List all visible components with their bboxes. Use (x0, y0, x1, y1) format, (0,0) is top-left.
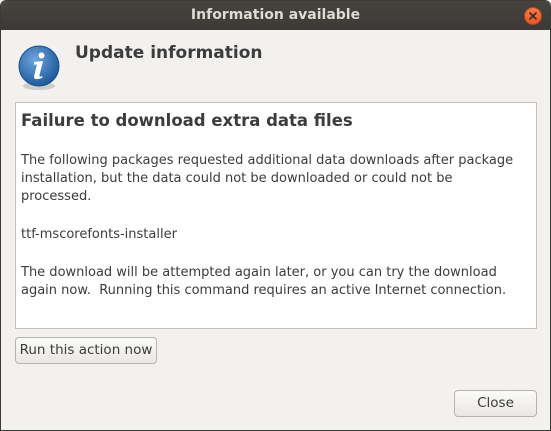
run-action-button[interactable]: Run this action now (15, 337, 157, 364)
window-title: Information available (190, 7, 361, 23)
package-name: ttf-mscorefonts-installer (21, 227, 177, 242)
close-button[interactable]: Close (454, 390, 537, 417)
window-close-button[interactable] (524, 7, 542, 25)
message-body: The following packages requested additio… (21, 152, 531, 300)
message-textview[interactable]: Failure to download extra data files The… (15, 102, 537, 329)
message-paragraph: The following packages requested additio… (21, 153, 514, 204)
info-icon (17, 44, 61, 92)
message-paragraph: The download will be attempted again lat… (21, 265, 507, 298)
dialog-heading: Update information (75, 43, 263, 63)
close-icon (529, 12, 537, 20)
dialog-window: Information available Update information… (0, 0, 551, 431)
titlebar[interactable]: Information available (1, 1, 550, 30)
message-title: Failure to download extra data files (21, 111, 353, 130)
